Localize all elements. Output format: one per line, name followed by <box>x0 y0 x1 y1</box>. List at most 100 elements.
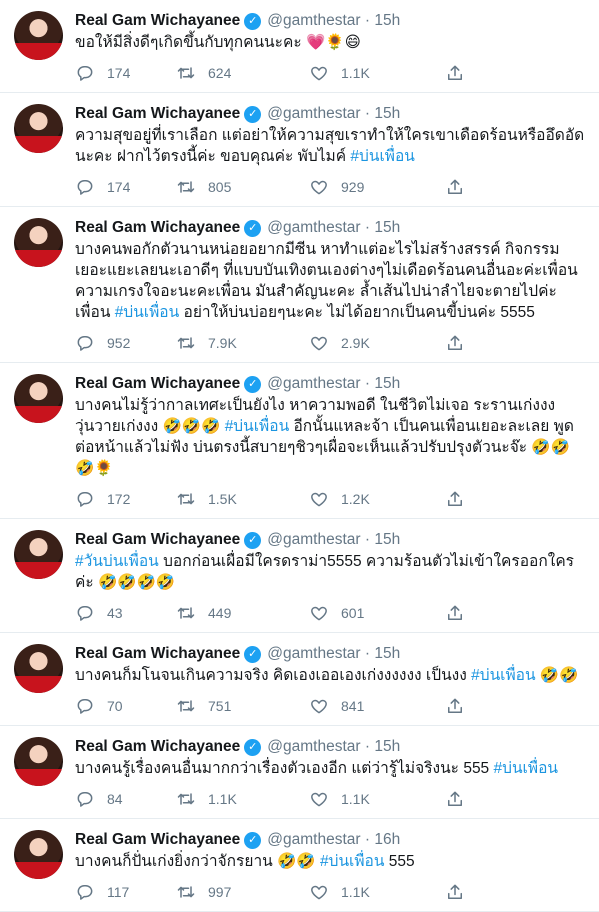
share-button[interactable] <box>445 603 475 623</box>
verified-badge-icon: ✓ <box>244 12 262 30</box>
heart-icon <box>311 492 327 507</box>
retweet-count: 7.9K <box>208 335 237 351</box>
share-button[interactable] <box>445 177 475 197</box>
reply-button[interactable]: 117 <box>75 882 176 902</box>
tweet[interactable]: Real Gam Wichayanee ✓ @gamthestar · 15h … <box>0 726 599 819</box>
like-button[interactable]: 1.1K <box>309 63 445 83</box>
like-button[interactable]: 929 <box>309 177 445 197</box>
handle[interactable]: @gamthestar <box>267 375 360 393</box>
reply-button[interactable]: 174 <box>75 63 176 83</box>
display-name[interactable]: Real Gam Wichayanee <box>75 738 240 756</box>
share-button[interactable] <box>445 489 475 509</box>
avatar[interactable] <box>14 104 63 153</box>
like-button[interactable]: 1.1K <box>309 882 445 902</box>
tweet-header: Real Gam Wichayanee ✓ @gamthestar · 16h <box>75 829 587 851</box>
hashtag-link[interactable]: #บ่นเพื่อน <box>471 667 535 684</box>
tweet-text-segment: อย่าให้บ่นบ่อยๆนะคะ ไม่ได้อยากเป็นคนขี้บ… <box>179 304 535 321</box>
like-button[interactable]: 1.1K <box>309 789 445 809</box>
like-button[interactable]: 601 <box>309 603 445 623</box>
reply-button[interactable]: 952 <box>75 333 176 353</box>
reply-button[interactable]: 172 <box>75 489 176 509</box>
handle[interactable]: @gamthestar <box>267 738 360 756</box>
handle[interactable]: @gamthestar <box>267 531 360 549</box>
hashtag-link[interactable]: #วันบ่นเพื่อน <box>75 553 159 570</box>
retweet-button[interactable]: 1.5K <box>176 489 309 509</box>
avatar[interactable] <box>14 11 63 60</box>
display-name[interactable]: Real Gam Wichayanee <box>75 531 240 549</box>
retweet-button[interactable]: 624 <box>176 63 309 83</box>
handle[interactable]: @gamthestar <box>267 12 360 30</box>
tweet-text-segment: บางคนก็มโนจนเกินความจริง คิดเองเออเองเก่… <box>75 667 472 684</box>
tweet[interactable]: Real Gam Wichayanee ✓ @gamthestar · 15h … <box>0 363 599 519</box>
hashtag-link[interactable]: #บ่นเพื่อน <box>320 853 384 870</box>
timestamp[interactable]: 16h <box>374 831 400 849</box>
hashtag-link[interactable]: #บ่นเพื่อน <box>494 760 558 777</box>
timestamp[interactable]: 15h <box>374 219 400 237</box>
tweet[interactable]: Real Gam Wichayanee ✓ @gamthestar · 15h … <box>0 633 599 726</box>
reply-button[interactable]: 70 <box>75 696 176 716</box>
share-icon <box>448 698 462 713</box>
display-name[interactable]: Real Gam Wichayanee <box>75 219 240 237</box>
display-name[interactable]: Real Gam Wichayanee <box>75 105 240 123</box>
avatar[interactable] <box>14 737 63 786</box>
retweet-button[interactable]: 751 <box>176 696 309 716</box>
avatar[interactable] <box>14 644 63 693</box>
reply-button[interactable]: 174 <box>75 177 176 197</box>
reply-icon <box>77 336 93 351</box>
tweet-actions: 84 1.1K 1.1K <box>75 780 587 818</box>
display-name[interactable]: Real Gam Wichayanee <box>75 375 240 393</box>
display-name[interactable]: Real Gam Wichayanee <box>75 831 240 849</box>
avatar[interactable] <box>14 218 63 267</box>
display-name[interactable]: Real Gam Wichayanee <box>75 645 240 663</box>
retweet-button[interactable]: 1.1K <box>176 789 309 809</box>
retweet-button[interactable]: 997 <box>176 882 309 902</box>
timestamp[interactable]: 15h <box>374 375 400 393</box>
timestamp[interactable]: 15h <box>374 531 400 549</box>
hashtag-link[interactable]: #บ่นเพื่อน <box>350 148 414 165</box>
handle[interactable]: @gamthestar <box>267 105 360 123</box>
tweet-text-segment: ขอให้มีสิ่งดีๆเกิดขึ้นกับทุกคนนะคะ 💗🌻😄 <box>75 34 361 51</box>
share-button[interactable] <box>445 789 475 809</box>
handle[interactable]: @gamthestar <box>267 219 360 237</box>
like-count: 929 <box>341 179 365 195</box>
tweet-header: Real Gam Wichayanee ✓ @gamthestar · 15h <box>75 736 587 758</box>
reply-count: 172 <box>107 491 131 507</box>
handle[interactable]: @gamthestar <box>267 831 360 849</box>
share-button[interactable] <box>445 333 475 353</box>
like-button[interactable]: 1.2K <box>309 489 445 509</box>
like-button[interactable]: 841 <box>309 696 445 716</box>
share-button[interactable] <box>445 63 475 83</box>
timestamp[interactable]: 15h <box>374 645 400 663</box>
separator-dot: · <box>360 12 375 29</box>
tweet[interactable]: Real Gam Wichayanee ✓ @gamthestar · 15h … <box>0 0 599 93</box>
tweet[interactable]: Real Gam Wichayanee ✓ @gamthestar · 15h … <box>0 93 599 207</box>
tweet[interactable]: Real Gam Wichayanee ✓ @gamthestar · 16h … <box>0 819 599 912</box>
timestamp[interactable]: 15h <box>374 738 400 756</box>
retweet-button[interactable]: 805 <box>176 177 309 197</box>
separator-dot: · <box>360 738 375 755</box>
verified-badge-icon: ✓ <box>244 645 262 663</box>
retweet-button[interactable]: 7.9K <box>176 333 309 353</box>
hashtag-link[interactable]: #บ่นเพื่อน <box>225 418 289 435</box>
retweet-icon <box>177 337 195 349</box>
heart-icon <box>311 792 327 807</box>
avatar[interactable] <box>14 530 63 579</box>
share-button[interactable] <box>445 696 475 716</box>
reply-button[interactable]: 84 <box>75 789 176 809</box>
avatar[interactable] <box>14 830 63 879</box>
tweet-text: บางคนรู้เรื่องคนอื่นมากกว่าเรื่องตัวเองอ… <box>75 758 587 779</box>
display-name[interactable]: Real Gam Wichayanee <box>75 12 240 30</box>
retweet-icon <box>177 181 195 193</box>
timestamp[interactable]: 15h <box>374 105 400 123</box>
reply-button[interactable]: 43 <box>75 603 176 623</box>
avatar[interactable] <box>14 374 63 423</box>
share-button[interactable] <box>445 882 475 902</box>
share-icon <box>448 491 462 506</box>
tweet[interactable]: Real Gam Wichayanee ✓ @gamthestar · 15h … <box>0 519 599 633</box>
hashtag-link[interactable]: #บ่นเพื่อน <box>115 304 179 321</box>
handle[interactable]: @gamthestar <box>267 645 360 663</box>
tweet[interactable]: Real Gam Wichayanee ✓ @gamthestar · 15h … <box>0 207 599 363</box>
like-button[interactable]: 2.9K <box>309 333 445 353</box>
timestamp[interactable]: 15h <box>374 12 400 30</box>
retweet-button[interactable]: 449 <box>176 603 309 623</box>
